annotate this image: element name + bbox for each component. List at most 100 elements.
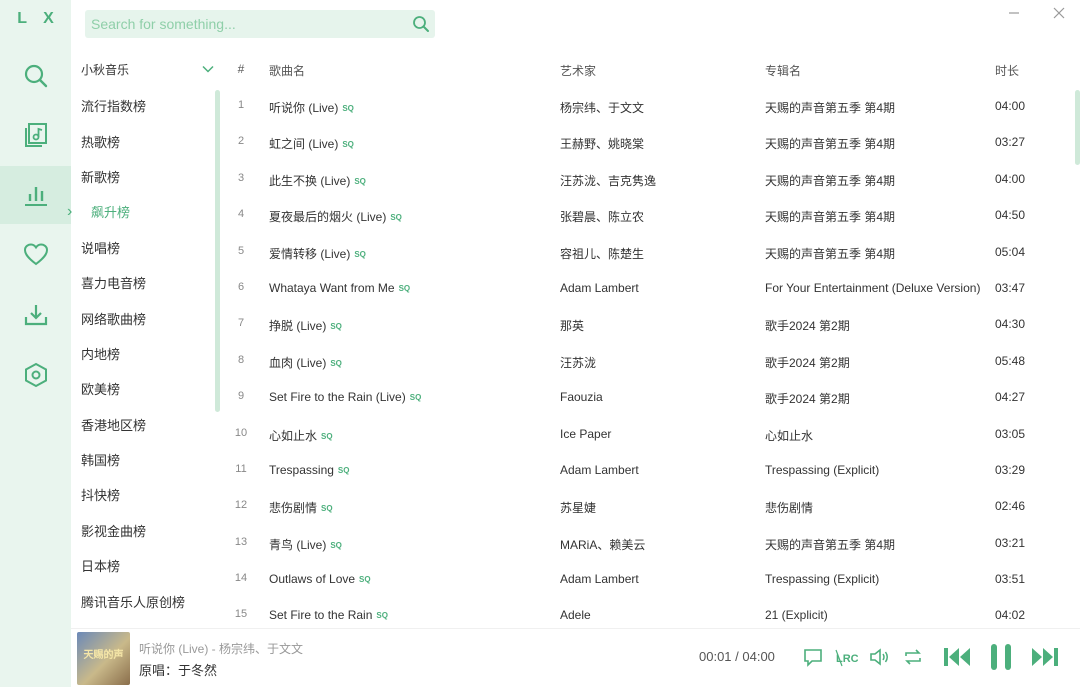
leaderboard-item-label: 韩国榜 [81,453,121,469]
table-row[interactable]: 1 听说你 (Live) SQ 杨宗纬、于文文 天赐的声音第五季 第4期 04:00 [221,88,1073,124]
song-title: Trespassing [269,462,334,477]
search-input[interactable] [91,16,407,32]
row-album: 天赐的声音第五季 第4期 [765,137,896,152]
source-selector[interactable]: 小秋音乐 [71,52,221,86]
table-row[interactable]: 6 Whataya Want from Me SQ Adam Lambert For Y… [221,270,1073,306]
repeat-icon [905,649,921,665]
album-cover[interactable]: 天赐的声 [77,632,130,685]
nav-settings[interactable] [0,346,71,404]
row-duration: 04:02 [995,608,1026,623]
song-table-scrollbar[interactable] [1075,90,1080,165]
previous-button[interactable] [941,641,973,673]
row-song-name: 血肉 (Live) SQ [269,354,549,371]
table-row[interactable]: 8 血肉 (Live) SQ 汪苏泷 歌手2024 第2期 05:48 [221,343,1073,379]
leaderboard-item[interactable]: 说唱榜 [71,230,221,265]
leaderboard-item[interactable]: 香港地区榜 [71,407,221,442]
leaderboard-item[interactable]: 喜力电音榜 [71,265,221,300]
row-artist: Adele [560,608,591,623]
leaderboard-item[interactable]: 流行指数榜 [71,88,221,123]
leaderboard-item[interactable]: 影视金曲榜 [71,513,221,548]
table-row[interactable]: 2 虹之间 (Live) SQ 王赫野、姚晓棠 天赐的声音第五季 第4期 03:27 [221,124,1073,160]
row-duration: 04:00 [995,99,1026,113]
row-duration: 02:46 [995,499,1026,514]
leaderboard-item[interactable]: 网络歌曲榜 [71,300,221,335]
table-row[interactable]: 3 此生不换 (Live) SQ 汪苏泷、吉克隽逸 天赐的声音第五季 第4期 04:00 [221,161,1073,197]
table-row[interactable]: 10 心如止水 SQ Ice Paper 心如止水 03:05 [221,416,1073,452]
table-row[interactable]: 9 Set Fire to the Rain (Live) SQ Faouzia 歌手2… [221,379,1073,415]
quality-badge: SQ [337,465,350,475]
comment-icon [804,649,822,667]
volume-icon [870,648,888,666]
leaderboard-item-label: 影视金曲榜 [81,523,147,539]
leaderboard-item[interactable]: 内地榜 [71,336,221,371]
lyric-toggle-button[interactable]: LRC [833,643,859,671]
song-title: 虹之间 (Live) [269,137,339,152]
table-row[interactable]: 15 Set Fire to the Rain SQ Adele 21 (Explici… [221,597,1073,628]
row-song-name: Whataya Want from Me SQ [269,281,549,295]
table-row[interactable]: 4 夏夜最后的烟火 (Live) SQ 张碧晨、陈立农 天赐的声音第五季 第4期 04:5… [221,197,1073,233]
row-index: 10 [234,426,248,439]
row-index: 14 [234,572,248,585]
row-index: 1 [237,99,245,111]
nav-leaderboard[interactable] [0,166,71,224]
comment-button[interactable] [801,643,825,671]
search-icon[interactable] [407,10,435,38]
leaderboard-item[interactable]: 抖快榜 [71,477,221,512]
nav-download[interactable] [0,286,71,344]
nav-songlist[interactable] [0,106,71,164]
pause-button[interactable] [985,641,1017,673]
minimize-button[interactable] [1003,2,1025,24]
table-row[interactable]: 11 Trespassing SQ Adam Lambert Trespassing (… [221,452,1073,488]
leaderboard-item-label: 热歌榜 [81,134,121,150]
now-playing-title[interactable]: 听说你 (Live) - 杨宗纬、于文文 [139,640,303,657]
leaderboard-item[interactable]: 韩国榜 [71,442,221,477]
quality-badge: SQ [330,540,342,550]
row-duration: 04:50 [995,208,1026,223]
row-artist: 汪苏泷、吉克隽逸 [560,173,657,188]
row-artist: 汪苏泷 [560,355,597,370]
leaderboard-item[interactable]: 腾讯音乐人原创榜 [71,583,221,618]
table-row[interactable]: 12 悲伤剧情 SQ 苏星婕 悲伤剧情 02:46 [221,488,1073,524]
volume-button[interactable] [867,643,891,671]
playback-time: 00:01 / 04:00 [699,649,775,664]
leaderboard-item-label: 抖快榜 [81,488,121,504]
leaderboard-item-active[interactable]: › 飙升榜 [67,194,221,229]
table-row[interactable]: 5 爱情转移 (Live) SQ 容祖儿、陈楚生 天赐的声音第五季 第4期 05:04 [221,234,1073,270]
row-artist: 容祖儿、陈楚生 [560,246,645,261]
nav-rail: L X [0,0,71,687]
row-duration: 03:27 [995,135,1026,150]
table-row[interactable]: 7 挣脱 (Live) SQ 那英 歌手2024 第2期 04:30 [221,306,1073,342]
nav-search[interactable] [0,47,71,105]
repeat-button[interactable] [901,643,925,671]
row-duration: 04:30 [995,317,1026,332]
row-album: Trespassing (Explicit) [765,572,880,587]
row-album: 悲伤剧情 [765,501,814,516]
leaderboard-scrollbar[interactable] [215,90,220,412]
row-song-name: 挣脱 (Live) SQ [269,317,549,334]
quality-badge: SQ [330,358,342,368]
chevron-right-icon: › [67,202,73,220]
leaderboard-item[interactable]: 日本榜 [71,548,221,583]
close-button[interactable] [1048,2,1070,24]
app-logo: L X [17,10,60,27]
quality-badge: SQ [330,322,342,332]
leaderboard-item-label: 说唱榜 [81,240,121,256]
row-song-name: Set Fire to the Rain (Live) SQ [269,390,549,404]
row-duration: 04:27 [995,390,1026,405]
table-row[interactable]: 14 Outlaws of Love SQ Adam Lambert Trespassi… [221,561,1073,597]
row-song-name: Set Fire to the Rain SQ [269,608,549,622]
row-song-name: 悲伤剧情 SQ [269,499,549,516]
leaderboard-item[interactable]: 欧美榜 [71,371,221,406]
leaderboard-list: 流行指数榜热歌榜新歌榜 › 飙升榜说唱榜喜力电音榜网络歌曲榜 内地榜 欧美榜 香港地区榜韩… [67,88,221,628]
table-row[interactable]: 13 青鸟 (Live) SQ MARiA、赖美云 天赐的声音第五季 第4期 03:21 [221,525,1073,561]
row-album: 天赐的声音第五季 第4期 [765,210,896,225]
leaderboard-item-label: 喜力电音榜 [81,276,147,292]
quality-badge: SQ [354,249,366,259]
row-artist: 杨宗纬、于文文 [560,101,645,115]
leaderboard-item[interactable]: 新歌榜 [71,159,221,194]
row-song-name: Trespassing SQ [269,463,549,477]
leaderboard-item[interactable]: 热歌榜 [71,123,221,158]
header-album: 专辑名 [765,64,802,78]
next-button[interactable] [1029,641,1061,673]
nav-favorites[interactable] [0,226,71,284]
